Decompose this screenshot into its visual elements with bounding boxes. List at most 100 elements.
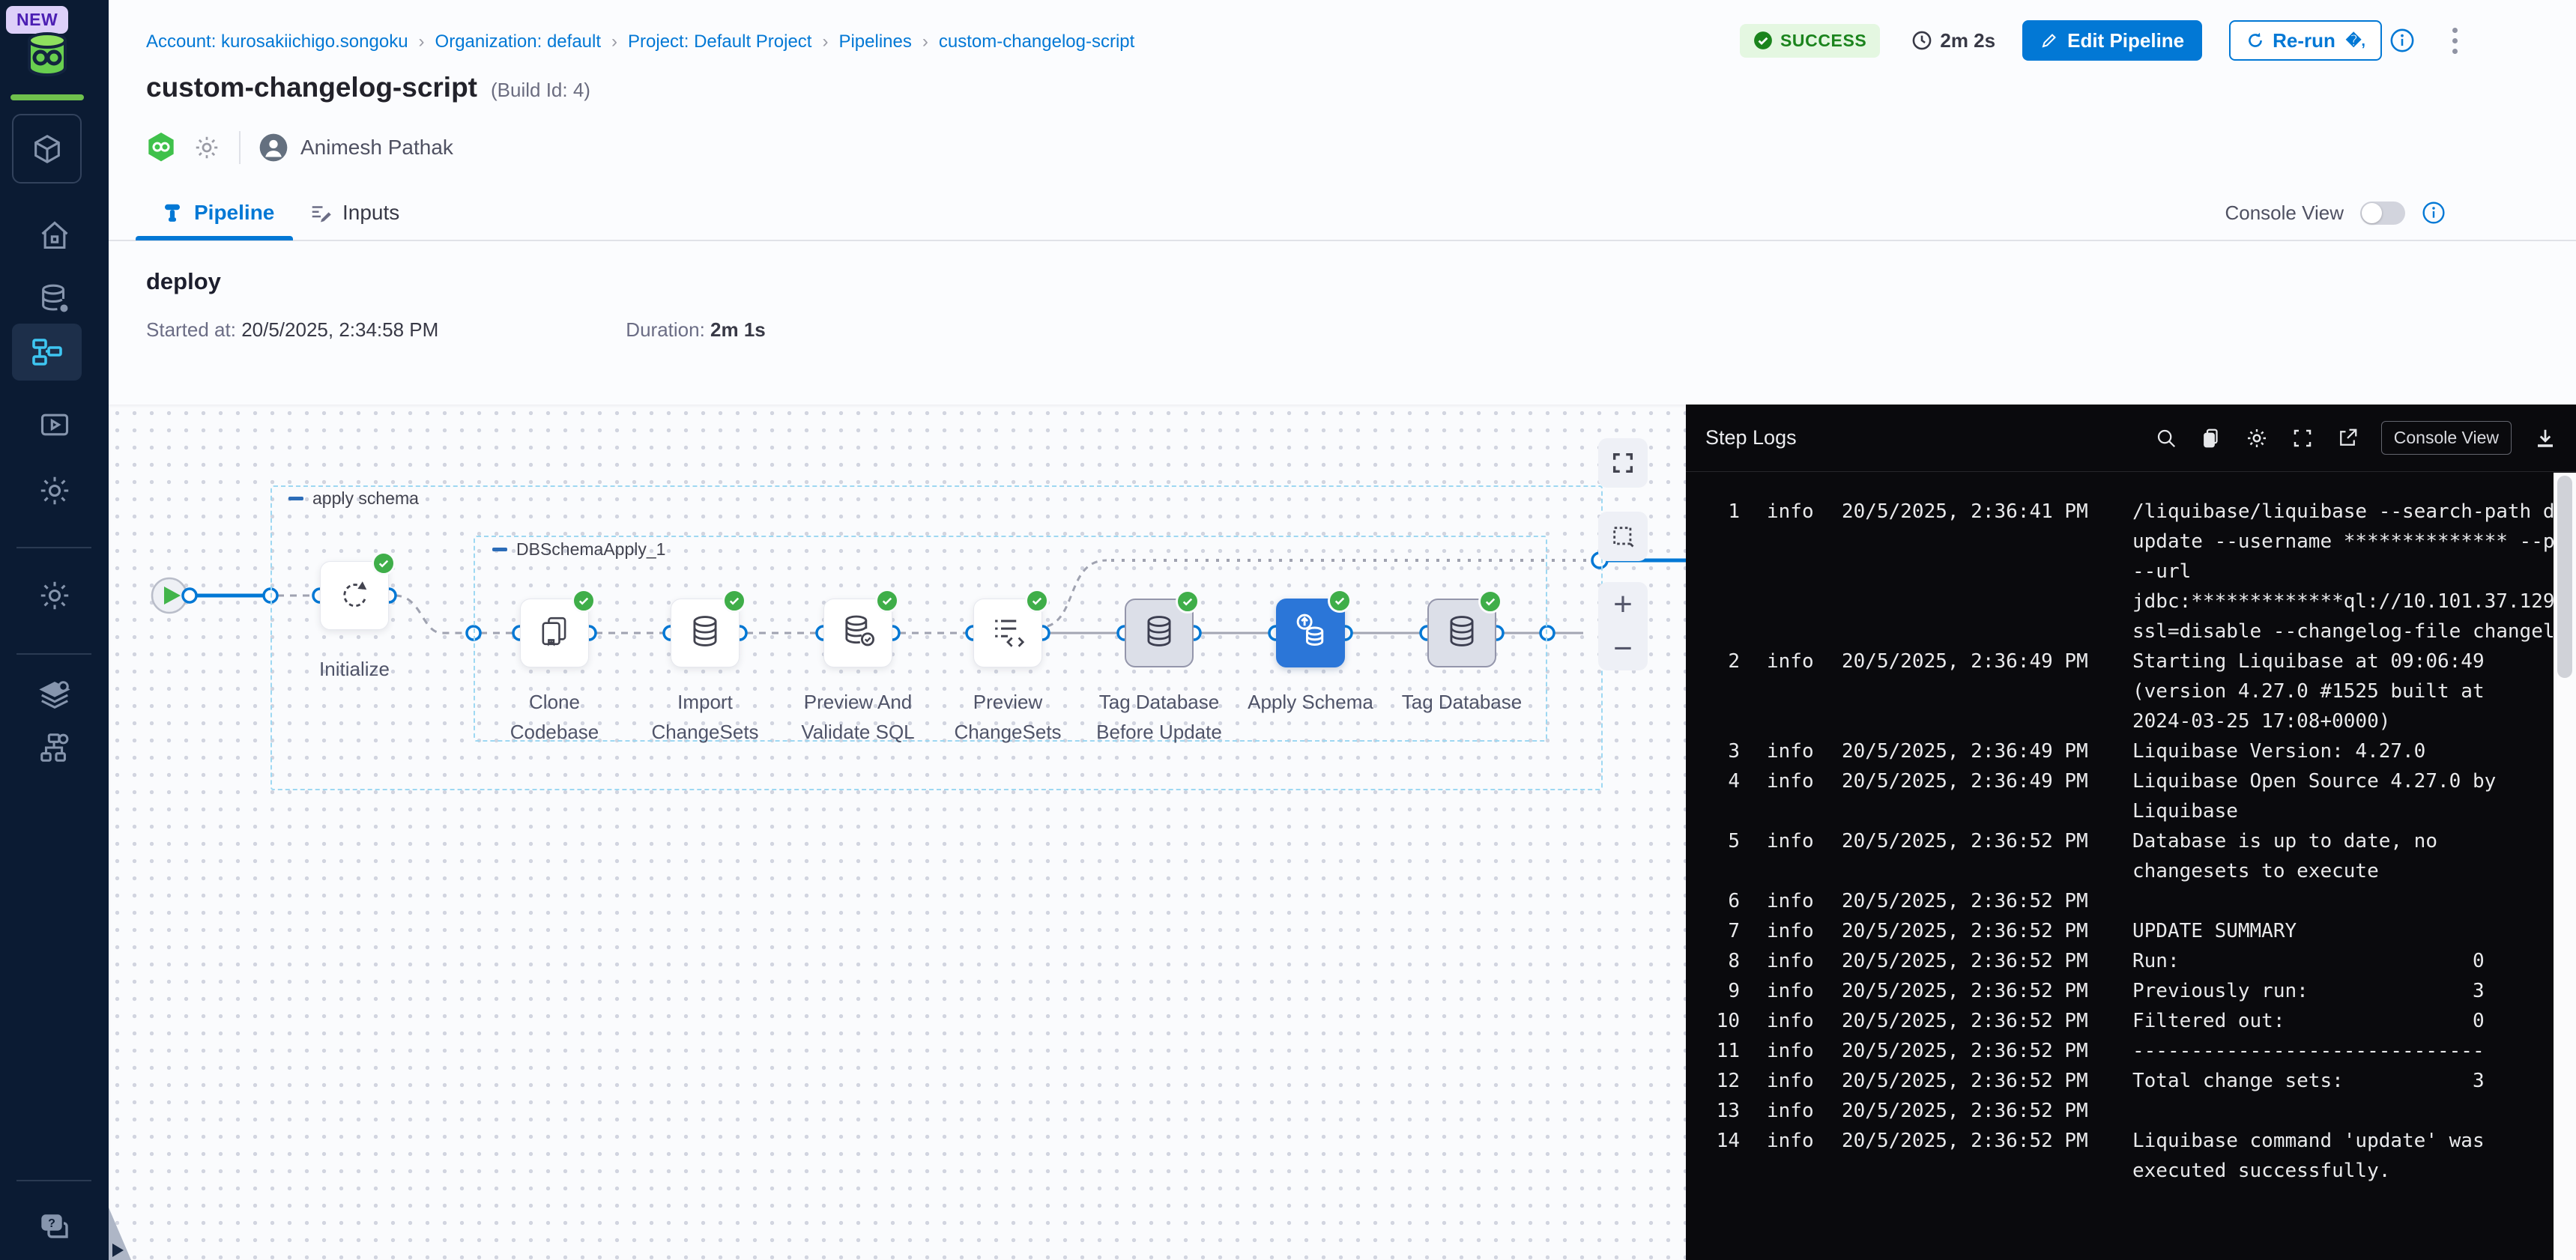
expand-arrow-icon[interactable] bbox=[112, 1244, 124, 1257]
marquee-select-button[interactable] bbox=[1598, 512, 1648, 561]
rerun-button[interactable]: Re-run �, bbox=[2229, 20, 2382, 61]
status-text: SUCCESS bbox=[1780, 31, 1866, 51]
stage-group-label[interactable]: apply schema bbox=[288, 488, 419, 509]
log-line: 8info20/5/2025, 2:36:52 PMRun: 0 bbox=[1686, 946, 2554, 976]
step-group-label[interactable]: DBSchemaApply_1 bbox=[492, 539, 665, 560]
log-settings-gear-icon[interactable] bbox=[2245, 426, 2269, 450]
zoom-in-button[interactable]: + bbox=[1613, 590, 1633, 620]
sidebar-item-executions[interactable] bbox=[0, 408, 109, 441]
log-download-icon[interactable] bbox=[2534, 427, 2557, 449]
step-label: Apply Schema bbox=[1245, 687, 1376, 717]
success-check-icon bbox=[572, 589, 596, 613]
log-scrollbar-thumb[interactable] bbox=[2557, 476, 2572, 678]
success-check-icon bbox=[1328, 589, 1352, 613]
fit-to-screen-button[interactable] bbox=[1598, 438, 1648, 488]
breadcrumb-separator: › bbox=[822, 31, 828, 52]
sidebar-item-settings[interactable] bbox=[0, 473, 109, 508]
log-output[interactable]: 1info20/5/2025, 2:36:41 PM/liquibase/liq… bbox=[1686, 473, 2554, 1260]
pipeline-step-preview-and-validate-sql[interactable] bbox=[823, 599, 892, 667]
rerun-label: Re-run bbox=[2273, 29, 2335, 52]
elapsed-time: 2m 2s bbox=[1911, 29, 1995, 52]
tab-inputs-label: Inputs bbox=[342, 201, 399, 225]
breadcrumb-separator: › bbox=[922, 31, 928, 52]
step-logs-header: Step Logs Console View bbox=[1686, 405, 2576, 472]
success-check-icon bbox=[1478, 590, 1502, 614]
db-devops-logo-icon[interactable] bbox=[23, 30, 71, 83]
pipeline-settings-gear-icon[interactable] bbox=[193, 133, 221, 162]
log-line: 3info20/5/2025, 2:36:49 PMLiquibase Vers… bbox=[1686, 736, 2554, 766]
avatar bbox=[258, 133, 288, 163]
info-icon[interactable] bbox=[2422, 201, 2446, 225]
stage-group-label-text: apply schema bbox=[312, 488, 419, 509]
breadcrumb-pipeline-name[interactable]: custom-changelog-script bbox=[939, 31, 1134, 52]
console-view-toggle[interactable] bbox=[2360, 202, 2405, 225]
chevron-down-icon: �, bbox=[2346, 31, 2365, 50]
pipeline-step-initialize[interactable] bbox=[320, 561, 389, 630]
log-line: 7info20/5/2025, 2:36:52 PMUPDATE SUMMARY bbox=[1686, 916, 2554, 946]
log-line: 4info20/5/2025, 2:36:49 PMLiquibase Open… bbox=[1686, 766, 2554, 826]
log-line: 1info20/5/2025, 2:36:41 PM/liquibase/liq… bbox=[1686, 497, 2554, 646]
edit-pipeline-button[interactable]: Edit Pipeline bbox=[2022, 20, 2202, 61]
pipeline-step-apply-schema[interactable] bbox=[1276, 599, 1345, 667]
database-check-icon bbox=[838, 612, 877, 655]
sidebar-item-home[interactable] bbox=[0, 219, 109, 252]
pipeline-step-import-changesets[interactable] bbox=[671, 599, 740, 667]
pipeline-step-preview-changesets[interactable] bbox=[973, 599, 1042, 667]
tab-inputs[interactable]: Inputs bbox=[309, 186, 399, 240]
step-logs-title: Step Logs bbox=[1705, 426, 1797, 449]
log-line: 12info20/5/2025, 2:36:52 PMTotal change … bbox=[1686, 1066, 2554, 1096]
breadcrumb-organization[interactable]: Organization: default bbox=[435, 31, 601, 52]
success-check-icon bbox=[722, 589, 746, 613]
pipeline-step-tag-database-before-update[interactable] bbox=[1125, 599, 1194, 667]
console-view-label: Console View bbox=[2225, 202, 2344, 225]
step-label: Preview And Validate SQL bbox=[792, 687, 924, 747]
success-check-icon bbox=[875, 589, 899, 613]
log-search-icon[interactable] bbox=[2155, 427, 2177, 449]
left-nav-sidebar: NEW bbox=[0, 0, 109, 1260]
tab-pipeline[interactable]: Pipeline bbox=[161, 186, 274, 240]
refresh-icon bbox=[335, 575, 374, 617]
sidebar-item-account-resources[interactable] bbox=[0, 678, 109, 712]
log-scrollbar[interactable] bbox=[2554, 473, 2576, 1260]
log-copy-icon[interactable] bbox=[2200, 427, 2222, 449]
edit-pipeline-label: Edit Pipeline bbox=[2067, 29, 2184, 52]
log-fullscreen-icon[interactable] bbox=[2291, 427, 2314, 449]
pipeline-step-clone-codebase[interactable] bbox=[520, 599, 589, 667]
ci-module-icon bbox=[146, 131, 176, 164]
database-icon bbox=[686, 612, 725, 655]
started-at: Started at: 20/5/2025, 2:34:58 PM bbox=[146, 318, 438, 342]
module-indicator-bar bbox=[10, 94, 84, 100]
sidebar-item-databases[interactable] bbox=[0, 282, 109, 316]
page-title: custom-changelog-script bbox=[146, 72, 477, 103]
database-icon bbox=[1442, 612, 1481, 655]
step-logs-panel: Step Logs Console View 1info20/5/2025, 2… bbox=[1686, 405, 2576, 1260]
clone-icon bbox=[535, 612, 574, 655]
info-icon[interactable] bbox=[2389, 28, 2415, 53]
more-options-menu-icon[interactable] bbox=[2449, 25, 2461, 57]
sidebar-item-organizations[interactable] bbox=[0, 730, 109, 765]
module-switcher-button[interactable] bbox=[12, 114, 82, 184]
cube-icon bbox=[30, 132, 64, 166]
pipeline-step-tag-database[interactable] bbox=[1427, 599, 1496, 667]
log-console-view-button[interactable]: Console View bbox=[2381, 421, 2512, 455]
page-header-area: Account: kurosakiichigo.songoku › Organi… bbox=[109, 0, 2576, 405]
step-group-label-text: DBSchemaApply_1 bbox=[516, 539, 665, 560]
zoom-out-button[interactable]: − bbox=[1613, 634, 1633, 664]
collapse-icon[interactable] bbox=[288, 497, 303, 500]
help-chat-icon[interactable]: ? bbox=[0, 1210, 109, 1246]
sidebar-item-pipelines-active[interactable] bbox=[12, 324, 82, 381]
breadcrumb-account[interactable]: Account: kurosakiichigo.songoku bbox=[146, 31, 408, 52]
collapse-icon[interactable] bbox=[492, 548, 507, 551]
fit-screen-icon bbox=[1610, 450, 1636, 476]
sidebar-item-project-settings[interactable] bbox=[0, 578, 109, 613]
breadcrumb-pipelines[interactable]: Pipelines bbox=[838, 31, 911, 52]
log-line: 13info20/5/2025, 2:36:52 PM bbox=[1686, 1096, 2554, 1126]
pipeline-graph-canvas[interactable]: apply schema DBSchemaApply_1 InitializeC… bbox=[109, 405, 1686, 1260]
sidebar-divider bbox=[16, 653, 91, 655]
zoom-controls: + − bbox=[1598, 582, 1648, 670]
step-label: Tag Database Before Update bbox=[1093, 687, 1225, 747]
log-open-new-tab-icon[interactable] bbox=[2336, 427, 2359, 449]
log-line: 9info20/5/2025, 2:36:52 PMPreviously run… bbox=[1686, 976, 2554, 1006]
breadcrumb-project[interactable]: Project: Default Project bbox=[628, 31, 811, 52]
duration: Duration: 2m 1s bbox=[626, 318, 765, 342]
